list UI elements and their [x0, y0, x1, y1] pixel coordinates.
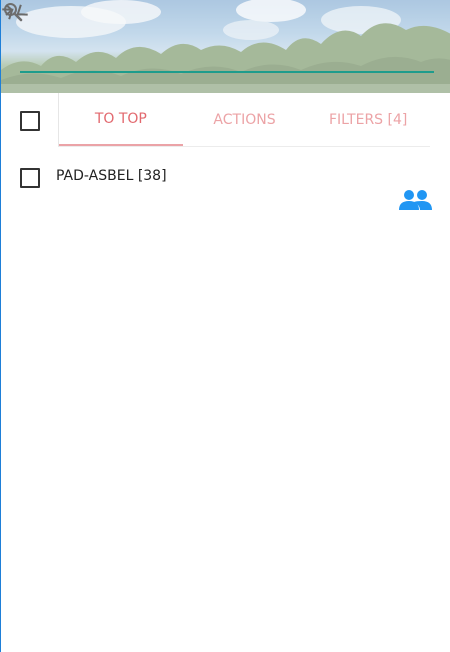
header-banner: [1, 0, 450, 93]
tab-filters[interactable]: FILTERS [4]: [306, 93, 430, 146]
list-item[interactable]: PAD-ASBEL [38]: [1, 160, 450, 220]
search-underline: [20, 71, 434, 73]
group-icon[interactable]: [397, 188, 433, 212]
explorer-panel: TO TOP ACTIONS FILTERS [4] PAD-ASBEL [38…: [0, 0, 450, 652]
tab-actions[interactable]: ACTIONS: [183, 93, 307, 146]
select-all-checkbox[interactable]: [20, 111, 40, 131]
collapse-arrows-icon[interactable]: [1, 0, 29, 24]
toolbar-tabs: TO TOP ACTIONS FILTERS [4]: [58, 93, 430, 147]
search-input[interactable]: [57, 36, 381, 66]
tab-to-top[interactable]: TO TOP: [59, 93, 183, 146]
list-item-checkbox[interactable]: [20, 168, 40, 188]
list-item-label: PAD-ASBEL [38]: [56, 168, 167, 184]
